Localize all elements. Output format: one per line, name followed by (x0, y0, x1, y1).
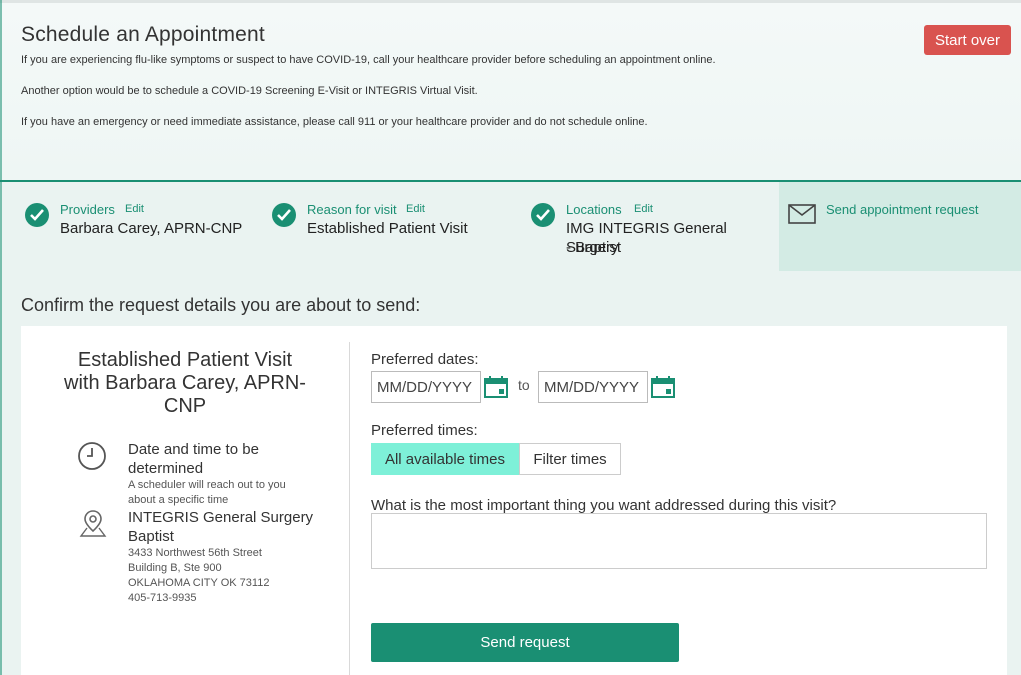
visit-title-line: CNP (163, 395, 207, 417)
address-line: Building B, Ste 900 (128, 562, 222, 574)
request-card: Established Patient Visit with Barbara C… (21, 326, 1007, 675)
calendar-icon[interactable] (484, 376, 508, 398)
start-date-input[interactable] (371, 371, 481, 403)
edit-locations-link[interactable]: Edit (634, 203, 653, 215)
step-value: Barbara Carey, APRN-CNP (60, 220, 243, 237)
step-providers: Providers Edit Barbara Carey, APRN-CNP (0, 182, 260, 271)
visit-summary-title: Established Patient Visit with Barbara C… (47, 349, 323, 418)
emergency-notice: If you have an emergency or need immedia… (21, 116, 648, 128)
datetime-line: Date and time to be (128, 441, 259, 458)
page-header: Schedule an Appointment If you are exper… (0, 3, 1021, 181)
step-label: Providers (60, 202, 115, 217)
confirm-heading: Confirm the request details you are abou… (21, 295, 421, 315)
step-reason: Reason for visit Edit Established Patien… (260, 182, 520, 271)
address-line: OKLAHOMA CITY OK 73112 (128, 577, 270, 589)
step-label: Locations (566, 202, 622, 217)
concern-textarea[interactable] (371, 513, 987, 569)
step-locations: Locations Edit IMG INTEGRIS General Surg… (520, 182, 779, 271)
address-line: 3433 Northwest 56th Street (128, 547, 262, 559)
location-line: Baptist (128, 528, 174, 545)
edit-reason-link[interactable]: Edit (406, 203, 425, 215)
page-title: Schedule an Appointment (21, 23, 265, 46)
step-value: Established Patient Visit (307, 220, 468, 237)
preferred-times-label: Preferred times: (371, 422, 478, 439)
concern-label: What is the most important thing you wan… (371, 497, 837, 514)
evisit-notice: Another option would be to schedule a CO… (21, 85, 478, 97)
envelope-icon (788, 204, 816, 224)
location-line: INTEGRIS General Surgery (128, 509, 314, 526)
step-value-line2: - Baptist (566, 239, 622, 256)
send-request-button[interactable]: Send request (371, 623, 679, 662)
check-icon (272, 203, 296, 227)
phone-number: 405-713-9935 (128, 592, 197, 604)
scheduler-note: A scheduler will reach out to you (128, 479, 286, 491)
date-range-to: to (518, 377, 530, 393)
check-icon (25, 203, 49, 227)
end-date-input[interactable] (538, 371, 648, 403)
covid-notice: If you are experiencing flu-like symptom… (21, 54, 716, 66)
calendar-icon[interactable] (651, 376, 675, 398)
step-tracker: Providers Edit Barbara Carey, APRN-CNP R… (0, 182, 1021, 271)
datetime-line: determined (128, 460, 204, 477)
column-divider (349, 342, 350, 675)
step-label: Reason for visit (307, 202, 397, 217)
check-icon (531, 203, 555, 227)
left-accent-rule (0, 0, 2, 675)
clock-icon (78, 442, 106, 470)
filter-times-toggle[interactable]: Filter times (519, 443, 621, 475)
preferred-dates-label: Preferred dates: (371, 351, 479, 368)
start-over-button[interactable]: Start over (924, 25, 1011, 55)
scheduler-note: about a specific time (128, 494, 229, 506)
step-send-request: Send appointment request (779, 182, 1021, 271)
visit-title-line: with Barbara Carey, APRN- (64, 372, 306, 394)
edit-providers-link[interactable]: Edit (125, 203, 144, 215)
all-times-toggle[interactable]: All available times (371, 443, 519, 475)
visit-title-line: Established Patient Visit (77, 349, 293, 371)
step-label: Send appointment request (826, 202, 979, 217)
map-pin-icon (79, 510, 107, 537)
